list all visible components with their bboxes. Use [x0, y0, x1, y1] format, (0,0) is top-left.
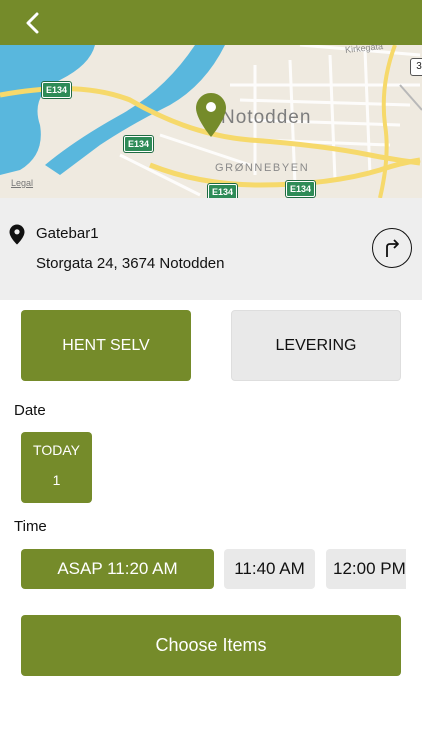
pickup-button[interactable]: HENT SELV	[21, 310, 191, 381]
time-label: Time	[14, 518, 47, 535]
road-badge: E134	[124, 136, 154, 152]
delivery-button[interactable]: LEVERING	[231, 310, 401, 381]
map-pin-icon	[196, 93, 226, 137]
chevron-left-icon	[26, 12, 39, 34]
road-badge: E134	[42, 82, 72, 98]
location-panel: Gatebar1 Storgata 24, 3674 Notodden	[0, 198, 422, 300]
top-bar	[0, 0, 422, 45]
directions-button[interactable]	[372, 228, 412, 268]
road-badge: E134	[286, 181, 316, 197]
map-district-label: GRØNNEBYEN	[215, 162, 310, 174]
road-badge: E134	[208, 184, 238, 198]
time-option[interactable]: 12:00 PM	[326, 549, 406, 589]
location-pin-icon	[9, 224, 25, 245]
time-option[interactable]: ASAP 11:20 AM	[21, 549, 214, 589]
route-number-badge: 3	[410, 58, 422, 76]
map-city-label: Notodden	[221, 107, 312, 128]
turn-right-arrow-icon	[386, 239, 399, 257]
date-option-number: 1	[52, 472, 61, 488]
choose-items-button[interactable]: Choose Items	[21, 615, 401, 676]
venue-address: Storgata 24, 3674 Notodden	[36, 255, 225, 272]
time-option[interactable]: 11:40 AM	[224, 549, 315, 589]
date-option-day: TODAY	[33, 442, 80, 458]
venue-name: Gatebar1	[36, 225, 99, 242]
map-legal-link[interactable]: Legal	[11, 178, 33, 188]
date-label: Date	[14, 402, 46, 419]
location-map[interactable]: Kirkegata Notodden GRØNNEBYEN Legal E134…	[0, 45, 422, 198]
time-options-row[interactable]: ASAP 11:20 AM 11:40 AM 12:00 PM	[0, 549, 406, 591]
date-option-today[interactable]: TODAY 1	[21, 432, 92, 503]
back-button[interactable]	[18, 8, 48, 38]
